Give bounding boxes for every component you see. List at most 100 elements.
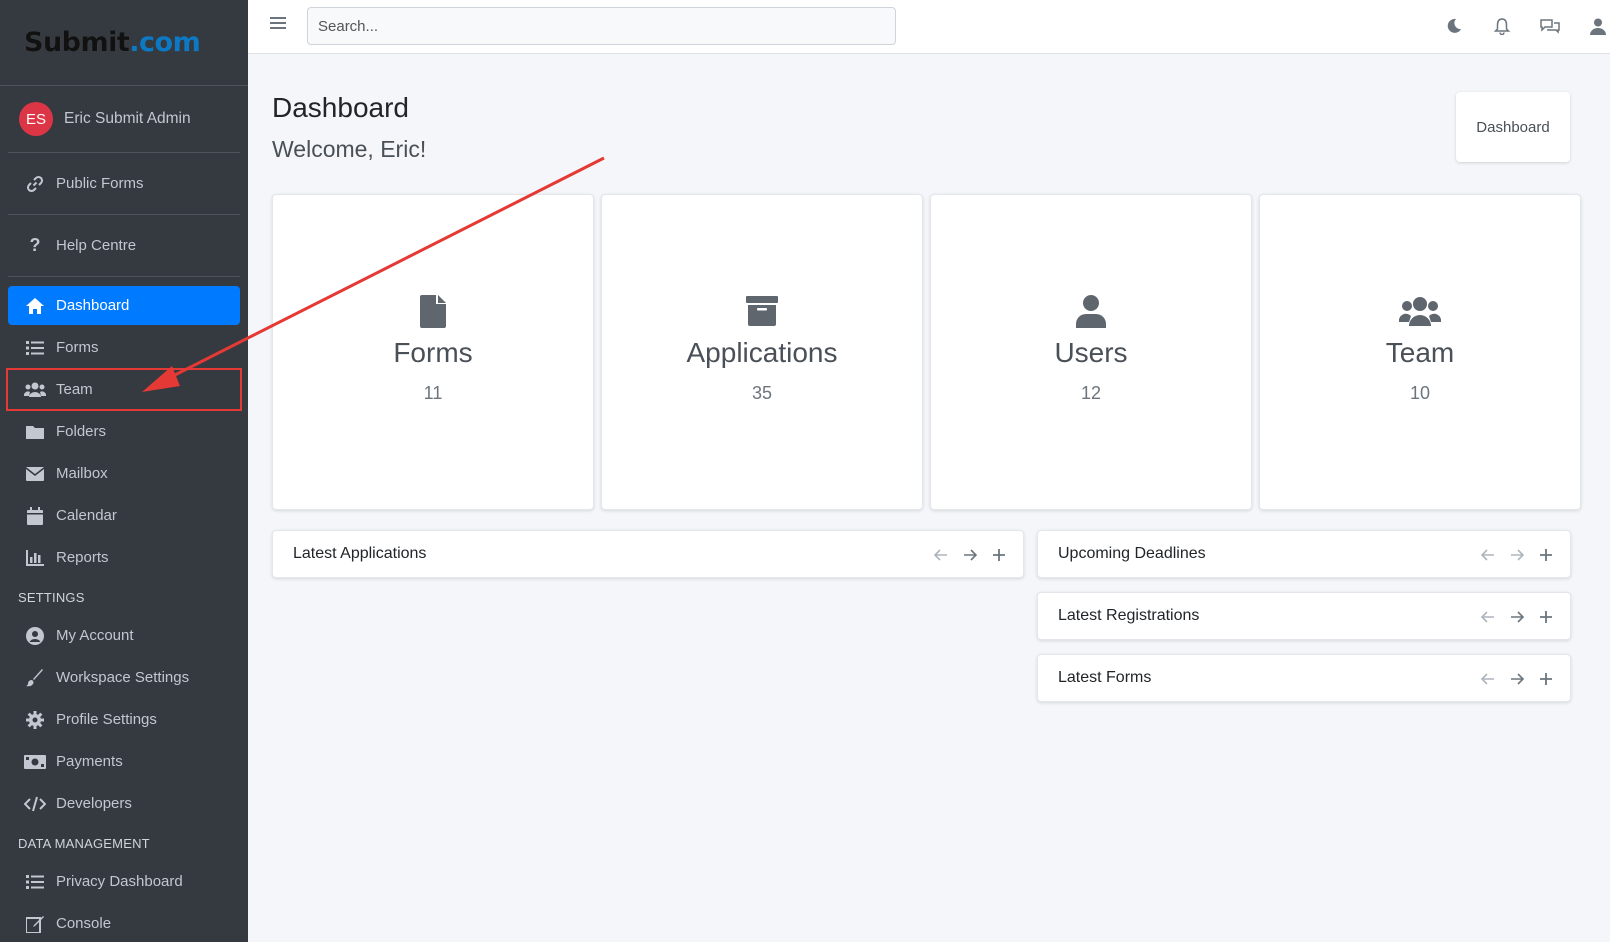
sidebar-item-label: Console: [56, 915, 112, 932]
plus-icon[interactable]: [1536, 545, 1556, 565]
sidebar-item-label: Mailbox: [56, 465, 108, 482]
arrow-right-icon[interactable]: [1507, 545, 1527, 565]
sidebar-item-label: Folders: [56, 423, 107, 440]
user-profile-icon[interactable]: [1586, 14, 1610, 38]
plus-icon[interactable]: [1536, 669, 1556, 689]
latest-forms-panel: Latest Forms: [1037, 654, 1571, 702]
panel-title: Latest Registrations: [1058, 607, 1200, 624]
arrow-left-icon[interactable]: [1478, 607, 1498, 627]
sidebar-item-label: Profile Settings: [56, 711, 157, 728]
stat-card-applications[interactable]: Applications 35: [601, 194, 923, 510]
sidebar-item-forms[interactable]: Forms: [8, 328, 240, 367]
chart-icon: [24, 549, 46, 567]
archive-icon: [746, 291, 778, 331]
arrow-right-icon[interactable]: [1507, 669, 1527, 689]
plus-icon[interactable]: [1536, 607, 1556, 627]
sidebar-item-label: Calendar: [56, 507, 117, 524]
stat-value: 12: [1080, 383, 1102, 403]
sidebar-item-dashboard[interactable]: Dashboard: [8, 286, 240, 325]
stat-label: Forms: [393, 337, 473, 368]
list-icon: [24, 873, 46, 891]
sidebar-item-label: Help Centre: [56, 237, 137, 254]
money-icon: [24, 753, 46, 771]
file-icon: [420, 291, 446, 331]
sidebar-item-mailbox[interactable]: Mailbox: [8, 454, 240, 493]
link-icon: [24, 175, 46, 193]
sidebar-item-label: My Account: [56, 627, 134, 644]
code-icon: [24, 795, 46, 813]
panel-title: Latest Applications: [293, 545, 427, 562]
dark-mode-moon-icon[interactable]: [1442, 14, 1466, 38]
stat-card-users[interactable]: Users 12: [930, 194, 1252, 510]
sidebar-item-label: Forms: [56, 339, 99, 356]
sidebar-item-developers[interactable]: Developers: [8, 784, 240, 823]
sidebar-item-label: Privacy Dashboard: [56, 873, 183, 890]
panel-title: Latest Forms: [1058, 669, 1152, 686]
chat-icon[interactable]: [1538, 14, 1562, 38]
folder-icon: [24, 423, 46, 441]
sidebar-item-reports[interactable]: Reports: [8, 538, 240, 577]
settings-header: SETTINGS: [18, 590, 85, 605]
sidebar-item-label: Dashboard: [56, 297, 130, 314]
users-icon: [24, 381, 46, 399]
top-navbar: [248, 0, 1610, 54]
calendar-icon: [24, 506, 46, 525]
brush-icon: [24, 668, 46, 687]
sidebar-item-label: Team: [56, 381, 93, 398]
avatar: ES: [19, 102, 53, 136]
sidebar-item-label: Workspace Settings: [56, 669, 190, 686]
sidebar-item-console[interactable]: Console: [8, 904, 240, 942]
sidebar-item-label: Reports: [56, 549, 109, 566]
brand-logo[interactable]: Submit.com: [0, 0, 248, 86]
panel-title: Upcoming Deadlines: [1058, 545, 1206, 562]
sidebar-item-my-account[interactable]: My Account: [8, 616, 240, 655]
user-circle-icon: [24, 626, 46, 645]
page-title: Dashboard: [272, 92, 409, 123]
home-icon: [24, 297, 46, 315]
stat-label: Team: [1385, 337, 1455, 368]
arrow-right-icon[interactable]: [1507, 607, 1527, 627]
gear-icon: [24, 710, 46, 729]
arrow-left-icon[interactable]: [1478, 669, 1498, 689]
list-icon: [24, 339, 46, 357]
brand-domain: .com: [129, 27, 201, 58]
envelope-icon: [24, 465, 46, 483]
user-name: Eric Submit Admin: [64, 110, 191, 127]
upcoming-deadlines-panel: Upcoming Deadlines: [1037, 530, 1571, 578]
sidebar-item-folders[interactable]: Folders: [8, 412, 240, 451]
main-content: Dashboard Welcome, Eric! Dashboard Forms…: [248, 54, 1610, 942]
sidebar-item-privacy-dashboard[interactable]: Privacy Dashboard: [8, 862, 240, 901]
bell-icon[interactable]: [1490, 14, 1514, 38]
stat-value: 11: [423, 383, 443, 403]
welcome-message: Welcome, Eric!: [272, 136, 427, 162]
sidebar-item-payments[interactable]: Payments: [8, 742, 240, 781]
stat-value: 35: [751, 383, 773, 403]
sidebar-item-team[interactable]: Team: [6, 368, 242, 411]
edit-icon: [24, 915, 46, 933]
sidebar-item-help-centre[interactable]: ? Help Centre: [8, 226, 240, 265]
stat-card-forms[interactable]: Forms 11: [272, 194, 594, 510]
sidebar: Submit.com ES Eric Submit Admin Public F…: [0, 0, 248, 942]
sidebar-item-profile-settings[interactable]: Profile Settings: [8, 700, 240, 739]
plus-icon[interactable]: [989, 545, 1009, 565]
user-icon: [1076, 291, 1106, 331]
question-icon: ?: [29, 235, 41, 255]
sidebar-item-public-forms[interactable]: Public Forms: [8, 164, 240, 203]
users-icon: [1399, 291, 1441, 331]
stat-label: Users: [1054, 337, 1128, 368]
hamburger-menu-icon[interactable]: [270, 16, 286, 35]
latest-registrations-panel: Latest Registrations: [1037, 592, 1571, 640]
stat-label: Applications: [686, 337, 838, 368]
arrow-left-icon[interactable]: [1478, 545, 1498, 565]
sidebar-item-workspace-settings[interactable]: Workspace Settings: [8, 658, 240, 697]
arrow-right-icon[interactable]: [960, 545, 980, 565]
sidebar-item-calendar[interactable]: Calendar: [8, 496, 240, 535]
stat-card-team[interactable]: Team 10: [1259, 194, 1581, 510]
sidebar-item-label: Developers: [56, 795, 132, 812]
sidebar-item-label: Payments: [56, 753, 123, 770]
arrow-left-icon[interactable]: [931, 545, 951, 565]
search-input[interactable]: [307, 7, 896, 45]
stat-value: 10: [1409, 383, 1431, 403]
breadcrumb[interactable]: Dashboard: [1456, 92, 1570, 162]
user-panel[interactable]: ES Eric Submit Admin: [8, 86, 240, 153]
